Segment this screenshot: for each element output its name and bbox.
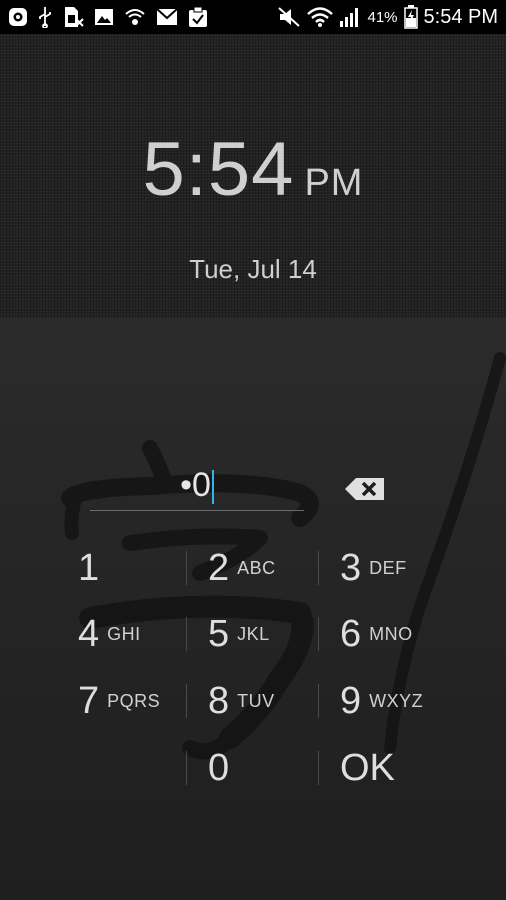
key-6[interactable]: 6 MNO: [340, 604, 413, 664]
backspace-button[interactable]: [344, 476, 386, 502]
key-letters: DEF: [369, 557, 407, 578]
key-letters: GHI: [107, 623, 141, 644]
key-digit: 3: [340, 546, 362, 589]
backspace-icon: [345, 478, 384, 500]
key-letters: WXYZ: [369, 690, 424, 711]
key-2[interactable]: 2 ABC: [208, 538, 276, 598]
key-separator: [318, 751, 319, 785]
key-1[interactable]: 1: [78, 538, 99, 598]
key-digit: 8: [208, 679, 230, 722]
chat-app-icon: [8, 7, 28, 27]
key-0[interactable]: 0: [208, 738, 229, 798]
mute-icon: [277, 6, 301, 28]
key-letters: MNO: [369, 623, 413, 644]
key-8[interactable]: 8 TUV: [208, 671, 275, 731]
key-digit: 7: [78, 679, 100, 722]
lock-date: Tue, Jul 14: [189, 254, 317, 284]
key-digit: 6: [340, 612, 362, 655]
key-separator: [186, 751, 187, 785]
clipboard-check-icon: [188, 6, 208, 28]
key-separator: [318, 684, 319, 718]
key-letters: ABC: [237, 557, 276, 578]
key-separator: [186, 551, 187, 585]
clock-ampm: PM: [304, 162, 364, 204]
key-digit: 9: [340, 679, 362, 722]
lockscreen-clock-area: 5:54 PM Tue, Jul 14: [0, 34, 506, 318]
key-3[interactable]: 3 DEF: [340, 538, 407, 598]
pin-value: •0: [90, 466, 304, 505]
key-5[interactable]: 5 JKL: [208, 604, 270, 664]
key-digit: 1: [78, 546, 100, 589]
gmail-icon: [156, 8, 178, 26]
sim-card-icon: [62, 6, 84, 28]
image-icon: [94, 8, 114, 26]
pin-keypad-area: •0 1 2 ABC 3 DEF 4 GHI 5 JKL 6 MNO 7 PQR…: [0, 318, 506, 900]
key-9[interactable]: 9 WXYZ: [340, 671, 423, 731]
key-digit: 4: [78, 612, 100, 655]
wifi-icon: [307, 6, 334, 28]
vpn-shield-icon: [124, 7, 146, 27]
pin-input[interactable]: •0: [90, 458, 304, 511]
status-time: 5:54 PM: [423, 5, 498, 28]
key-letters: PQRS: [107, 690, 161, 711]
key-4[interactable]: 4 GHI: [78, 604, 141, 664]
ok-label: OK: [340, 746, 395, 789]
status-bar: 41% 5:54 PM: [0, 0, 506, 34]
ok-button[interactable]: OK: [340, 738, 395, 798]
key-letters: JKL: [237, 623, 270, 644]
battery-percent: 41%: [367, 8, 398, 26]
usb-icon: [38, 6, 52, 28]
lock-clock: 5:54 PM: [0, 126, 506, 213]
key-separator: [318, 617, 319, 651]
key-digit: 0: [208, 746, 230, 789]
key-separator: [186, 617, 187, 651]
text-cursor: [211, 470, 214, 505]
signal-icon: [339, 6, 361, 28]
key-digit: 5: [208, 612, 230, 655]
key-letters: TUV: [237, 690, 275, 711]
clock-time-text: 5:54: [142, 127, 295, 212]
key-separator: [318, 551, 319, 585]
battery-icon: [403, 5, 418, 29]
key-7[interactable]: 7 PQRS: [78, 671, 160, 731]
key-separator: [186, 684, 187, 718]
key-digit: 2: [208, 546, 230, 589]
